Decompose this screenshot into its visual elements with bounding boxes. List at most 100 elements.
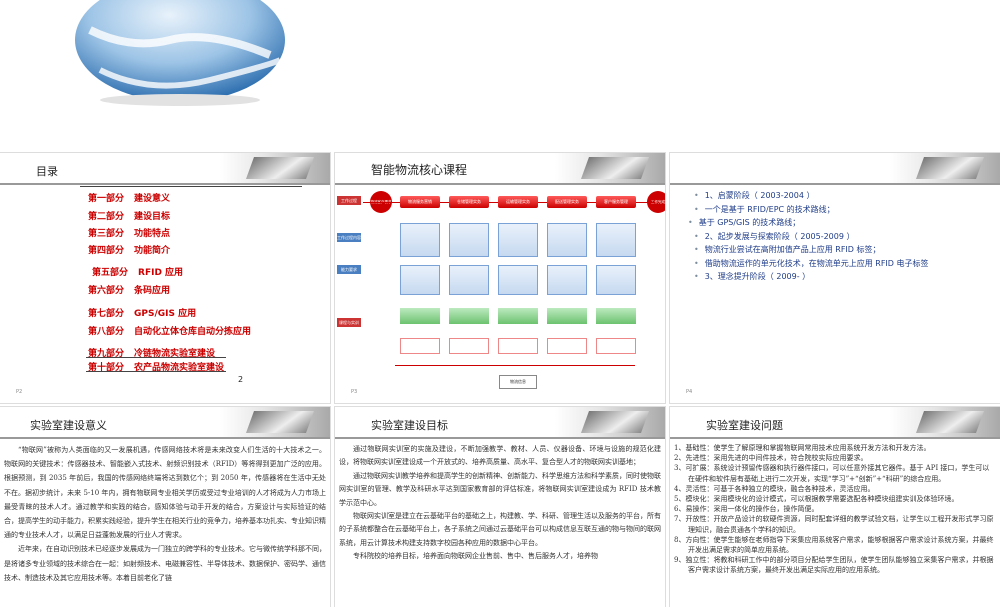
toc-item[interactable]: 第七部分 GPS/GIS 应用 bbox=[88, 306, 196, 319]
stage-box[interactable]: 客户服务管理 bbox=[596, 196, 636, 208]
header-divider bbox=[0, 183, 330, 185]
header-divider bbox=[335, 183, 665, 185]
bullet-item: 3、理念提升阶段（ 2009- ） bbox=[688, 270, 928, 284]
list-item: 2、先进性：采用先进的中间件技术，符合院校实际应用要求。 bbox=[674, 454, 868, 463]
list-item: 7、开放性：开放产品设计的软硬件资源，同时配套详细的教学试验文档，让学生以工程开… bbox=[674, 515, 994, 534]
toc-item[interactable]: 第三部分 功能特点 bbox=[88, 226, 170, 239]
slide-goals[interactable]: 实验室建设目标 通过物联网实训室的实施及建设，不断加强教学、教材、人员、仪器设备… bbox=[335, 407, 665, 607]
list-item: 4、灵活性：可基于各种独立的模块，融合各种技术，灵活应用。 bbox=[674, 484, 875, 493]
toc-item[interactable]: 第五部分 RFID 应用 bbox=[92, 265, 183, 278]
slide-issues[interactable]: 实验室建设问题 1、基础性：使学生了解原理和掌握物联网常用技术应用系统开发方法和… bbox=[670, 407, 1000, 607]
page-label: P4 bbox=[686, 389, 693, 395]
bullet-list: 1、启蒙阶段（ 2003-2004 ） 一个是基于 RFID/EPC 的技术路线… bbox=[688, 189, 929, 284]
page-number: 2 bbox=[238, 375, 244, 384]
header-image bbox=[220, 407, 330, 437]
header-divider bbox=[335, 437, 665, 439]
slide-header: 实验室建设意义 bbox=[0, 407, 330, 439]
issue-list: 1、基础性：使学生了解原理和掌握物联网常用技术应用系统开发方法和开发方法。 2、… bbox=[674, 443, 996, 576]
training-box bbox=[400, 338, 440, 354]
list-item: 9、独立性：将教和科研工作中的部分项目分配给学生团队，使学生团队能够独立采集客户… bbox=[674, 556, 994, 575]
list-item: 6、易操作：采用一体化的操作台，操作简便。 bbox=[674, 505, 819, 514]
toc-item[interactable]: 第四部分 功能简介 bbox=[88, 243, 170, 256]
slide-core-courses[interactable]: 智能物流核心课程 工作过程 工作过程内容 能力要求 课程与实训 物流客户需求 工… bbox=[335, 153, 665, 403]
ability-box bbox=[400, 265, 440, 295]
ability-box bbox=[449, 265, 489, 295]
slide-header: 智能物流核心课程 bbox=[335, 153, 665, 185]
header-divider bbox=[0, 437, 330, 439]
page-label: P2 bbox=[16, 389, 23, 395]
toc-line-top bbox=[80, 186, 302, 187]
toc-item[interactable]: 第六部分 条码应用 bbox=[88, 283, 170, 296]
body-text: 通过物联网实训室的实施及建设，不断加强教学、教材、人员、仪器设备、环境与设施的规… bbox=[339, 443, 661, 564]
training-box bbox=[547, 338, 587, 354]
content-box bbox=[596, 223, 636, 257]
slide-title: 实验室建设问题 bbox=[706, 419, 783, 432]
ability-box bbox=[596, 265, 636, 295]
list-item: 1、基础性：使学生了解原理和掌握物联网常用技术应用系统开发方法和开发方法。 bbox=[674, 444, 931, 452]
slide-title: 智能物流核心课程 bbox=[371, 163, 468, 177]
toc-item[interactable]: 第一部分 建设意义 bbox=[88, 191, 170, 204]
slide-header: 实验室建设目标 bbox=[335, 407, 665, 439]
course-box bbox=[449, 308, 489, 324]
lane-label: 工作过程 bbox=[337, 196, 361, 205]
paragraph: 近年来，在自动识别技术已经逐步发展成为一门独立的跨学科的专业技术。它与微传统学科… bbox=[4, 545, 326, 582]
ability-box bbox=[547, 265, 587, 295]
stage-box[interactable]: 运输管理实务 bbox=[498, 196, 538, 208]
header-image bbox=[890, 407, 1000, 437]
bullet-item: 物流行业尝试在高附加值产品上应用 RFID 标签； bbox=[688, 243, 928, 257]
toc-item[interactable]: 第二部分 建设目标 bbox=[88, 209, 170, 222]
bullet-item: 借助物流运作的单元化技术，在物流单元上应用 RFID 电子标签 bbox=[688, 257, 929, 271]
content-box bbox=[400, 223, 440, 257]
slide-title: 实验室建设目标 bbox=[371, 419, 448, 432]
content-box bbox=[498, 223, 538, 257]
course-box bbox=[596, 308, 636, 324]
stage-box[interactable]: 配送管理实务 bbox=[547, 196, 587, 208]
info-box: 物流信息 bbox=[499, 375, 537, 389]
ability-box bbox=[498, 265, 538, 295]
header-image bbox=[220, 153, 330, 183]
slide-header: 实验室建设问题 bbox=[670, 407, 1000, 439]
course-box bbox=[547, 308, 587, 324]
lane-label: 课程与实训 bbox=[337, 318, 361, 327]
lane-label: 能力要求 bbox=[337, 265, 361, 274]
toc-line-bottom bbox=[86, 371, 226, 372]
stage-box[interactable]: 物流服务营销 bbox=[400, 196, 440, 208]
header-image bbox=[890, 153, 1000, 183]
list-item: 3、可扩展：系统设计预留传感器和执行器件接口，可以任意外接其它器件。基于 API… bbox=[674, 464, 990, 483]
bullet-item: 1、启蒙阶段（ 2003-2004 ） bbox=[688, 189, 928, 203]
slide-toc[interactable]: 目录 第一部分 建设意义 第二部分 建设目标 第三部分 功能特点 第四部分 功能简介 第… bbox=[0, 153, 330, 403]
slide-title: 目录 bbox=[36, 165, 58, 178]
slide-significance[interactable]: 实验室建设意义 “物联网”被称为人类面临的又一发展机遇，传感网络技术将是未来改变… bbox=[0, 407, 330, 607]
lane-label: 工作过程内容 bbox=[337, 233, 361, 242]
training-box bbox=[596, 338, 636, 354]
header-image bbox=[555, 153, 665, 183]
bullet-item: 一个是基于 RFID/EPC 的技术路线； bbox=[688, 203, 928, 217]
paragraph: 通过物联网实训室的实施及建设，不断加强教学、教材、人员、仪器设备、环境与设施的规… bbox=[339, 445, 661, 467]
toc-item[interactable]: 第八部分 自动化立体仓库自动分拣应用 bbox=[88, 324, 251, 337]
training-box bbox=[449, 338, 489, 354]
paragraph: 物联网实训室是建立在云基础平台的基础之上，构建教、学、科研、管理生活以及服务的平… bbox=[339, 512, 661, 547]
header-image bbox=[555, 407, 665, 437]
course-box bbox=[498, 308, 538, 324]
toc-line-mid bbox=[86, 357, 226, 358]
bullet-item: 2、起步发展与探索阶段（ 2005-2009 ） bbox=[688, 230, 928, 244]
header-divider bbox=[670, 183, 1000, 185]
bottom-line bbox=[395, 365, 635, 366]
slide-header bbox=[670, 153, 1000, 185]
list-item: 5、模块化：采用模块化的设计模式，可以根据教学需要选配各种模块组建实训及体验环境… bbox=[674, 495, 959, 504]
slide-title: 实验室建设意义 bbox=[30, 419, 107, 432]
paragraph: 专科院校的培养目标，培养面向物联网企业售前、售中、售后服务人才，培养物 bbox=[353, 552, 598, 561]
slide-stages[interactable]: 1、启蒙阶段（ 2003-2004 ） 一个是基于 RFID/EPC 的技术路线… bbox=[670, 153, 1000, 403]
body-text: “物联网”被称为人类面临的又一发展机遇，传感网络技术将是未来改变人们生活的十大技… bbox=[4, 443, 326, 585]
stage-box[interactable]: 仓储管理实务 bbox=[449, 196, 489, 208]
bullet-item: 基于 GPS/GIS 的技术路线； bbox=[688, 216, 928, 230]
paragraph: “物联网”被称为人类面临的又一发展机遇，传感网络技术将是未来改变人们生活的十大技… bbox=[4, 446, 326, 540]
page-label: P3 bbox=[351, 389, 358, 395]
list-item: 8、方向性：使学生能够在老师指导下采集应用系统客户需求，能够根据客户需求设计系统… bbox=[674, 535, 994, 555]
slide-header: 目录 bbox=[0, 153, 330, 185]
content-box bbox=[449, 223, 489, 257]
content-box bbox=[547, 223, 587, 257]
globe-image bbox=[75, 0, 285, 106]
training-box bbox=[498, 338, 538, 354]
paragraph: 通过物联网实训教学培养和提高学生的创新精神、创新能力、科学思维方法和科学素质，同… bbox=[339, 471, 661, 507]
